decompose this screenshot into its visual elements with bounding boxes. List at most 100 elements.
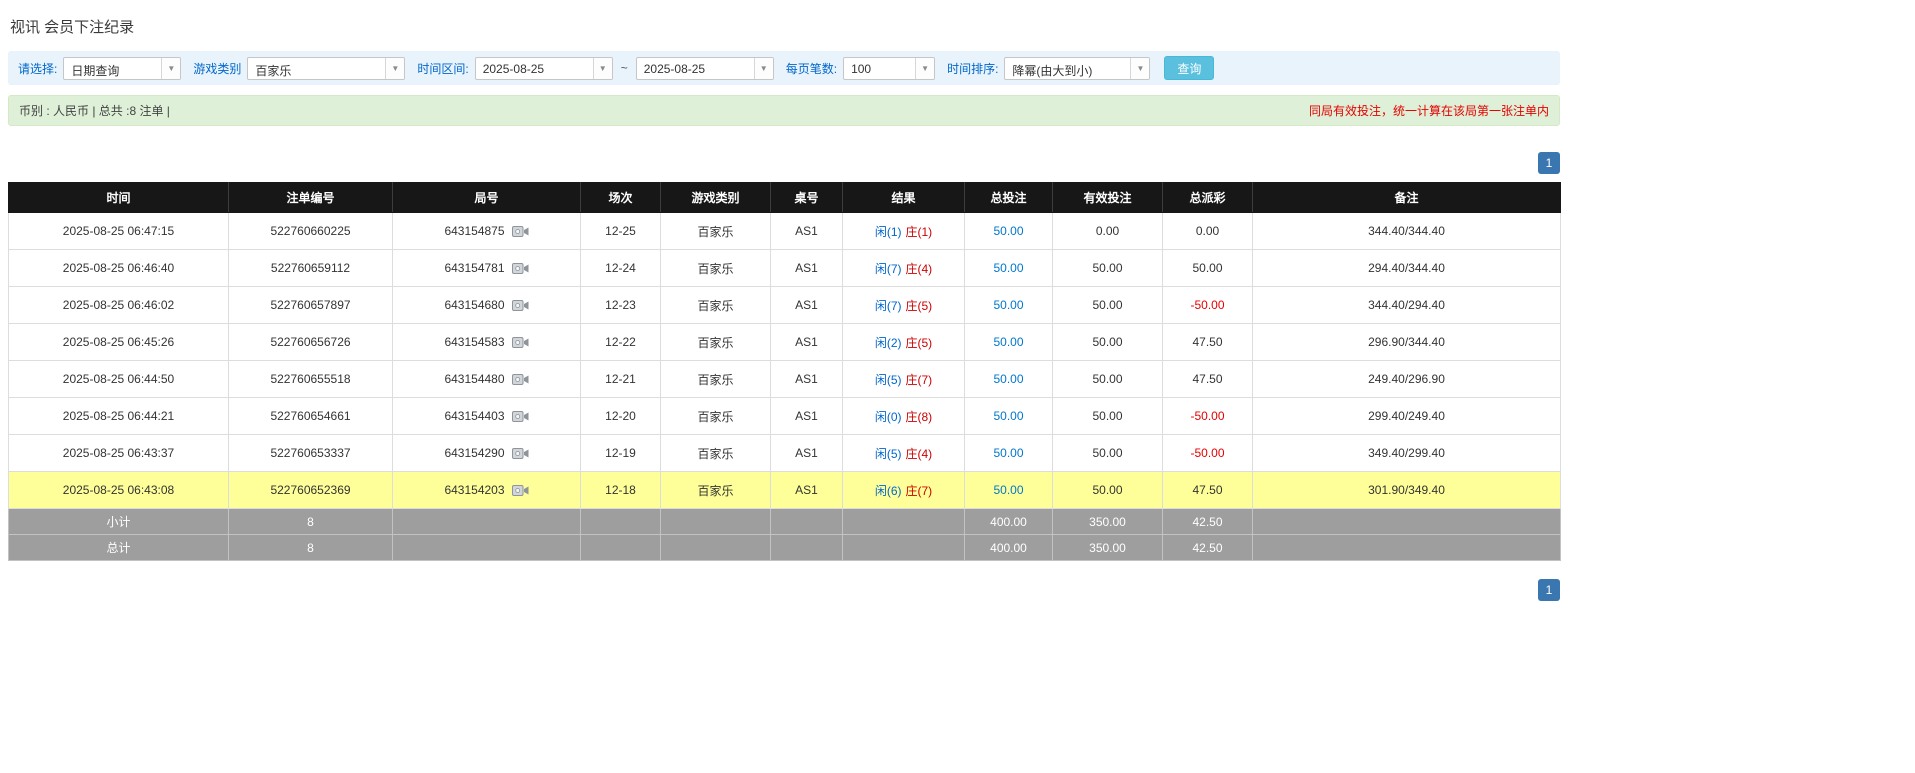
video-replay-icon[interactable] <box>512 373 529 386</box>
valid-bet-cell: 50.00 <box>1053 435 1163 472</box>
bet-id-cell: 522760654661 <box>229 398 393 435</box>
table-no-cell: AS1 <box>771 287 843 324</box>
round-number: 643154203 <box>444 483 504 497</box>
round-cell: 643154290 <box>393 435 581 472</box>
chevron-down-icon[interactable]: ▼ <box>161 58 180 79</box>
valid-bet-cell: 50.00 <box>1053 324 1163 361</box>
payout-cell: 47.50 <box>1163 324 1253 361</box>
table-header-row: 时间 注单编号 局号 场次 游戏类别 桌号 结果 总投注 有效投注 总派彩 备注 <box>9 183 1561 213</box>
result-cell: 闲(0)庄(8) <box>843 398 965 435</box>
total-bet-link[interactable]: 50.00 <box>993 409 1023 423</box>
session-cell: 12-23 <box>581 287 661 324</box>
chevron-down-icon[interactable]: ▼ <box>754 58 773 79</box>
search-button[interactable]: 查询 <box>1164 56 1214 80</box>
col-header-game-type: 游戏类别 <box>661 183 771 213</box>
range-separator: ~ <box>621 61 628 75</box>
note-cell: 249.40/296.90 <box>1253 361 1561 398</box>
total-count: 8 <box>229 535 393 561</box>
video-replay-icon[interactable] <box>512 447 529 460</box>
chevron-down-icon[interactable]: ▼ <box>385 58 404 79</box>
result-player: 闲(2) <box>875 336 902 350</box>
col-header-time: 时间 <box>9 183 229 213</box>
game-type-cell: 百家乐 <box>661 398 771 435</box>
video-replay-icon[interactable] <box>512 484 529 497</box>
video-replay-icon[interactable] <box>512 225 529 238</box>
subtotal-payout: 42.50 <box>1163 509 1253 535</box>
total-bet-link[interactable]: 50.00 <box>993 483 1023 497</box>
time-cell: 2025-08-25 06:47:15 <box>9 213 229 250</box>
page-1-button[interactable]: 1 <box>1538 579 1560 601</box>
result-cell: 闲(2) 庄(5) <box>843 324 965 361</box>
payout-cell: 0.00 <box>1163 213 1253 250</box>
bet-id-cell: 522760655518 <box>229 361 393 398</box>
total-bet-cell: 50.00 <box>965 435 1053 472</box>
table-no-cell: AS1 <box>771 324 843 361</box>
time-cell: 2025-08-25 06:45:26 <box>9 324 229 361</box>
chevron-down-icon[interactable]: ▼ <box>915 58 934 79</box>
session-cell: 12-24 <box>581 250 661 287</box>
subtotal-valid-bet: 350.00 <box>1053 509 1163 535</box>
result-banker: 庄(4) <box>906 262 933 276</box>
game-type-select[interactable]: 百家乐 ▼ <box>247 57 405 80</box>
game-type-cell: 百家乐 <box>661 250 771 287</box>
total-bet-link[interactable]: 50.00 <box>993 335 1023 349</box>
page-size-value: 100 <box>844 58 915 79</box>
date-to-select[interactable]: 2025-08-25 ▼ <box>636 57 774 80</box>
total-bet-link[interactable]: 50.00 <box>993 446 1023 460</box>
col-header-result: 结果 <box>843 183 965 213</box>
note-cell: 301.90/349.40 <box>1253 472 1561 509</box>
query-type-select[interactable]: 日期查询 ▼ <box>63 57 181 80</box>
col-header-table-no: 桌号 <box>771 183 843 213</box>
note-cell: 299.40/249.40 <box>1253 398 1561 435</box>
session-cell: 12-20 <box>581 398 661 435</box>
table-no-cell: AS1 <box>771 435 843 472</box>
video-replay-icon[interactable] <box>512 262 529 275</box>
total-row: 总计 8 400.00 350.00 42.50 <box>9 535 1561 561</box>
col-header-valid-bet: 有效投注 <box>1053 183 1163 213</box>
time-cell: 2025-08-25 06:46:40 <box>9 250 229 287</box>
video-replay-icon[interactable] <box>512 336 529 349</box>
total-bet-cell: 50.00 <box>965 398 1053 435</box>
sort-order-select[interactable]: 降幂(由大到小) ▼ <box>1004 57 1150 80</box>
game-type-cell: 百家乐 <box>661 472 771 509</box>
total-bet-link[interactable]: 50.00 <box>993 261 1023 275</box>
time-cell: 2025-08-25 06:43:37 <box>9 435 229 472</box>
total-bet-link[interactable]: 50.00 <box>993 298 1023 312</box>
payout-cell: -50.00 <box>1163 287 1253 324</box>
chevron-down-icon[interactable]: ▼ <box>1130 58 1149 79</box>
result-banker: 庄(5) <box>906 336 933 350</box>
total-bet-cell: 50.00 <box>965 361 1053 398</box>
table-row: 2025-08-25 06:43:08522760652369643154203… <box>9 472 1561 509</box>
sort-order-value: 降幂(由大到小) <box>1005 58 1130 79</box>
total-bet-link[interactable]: 50.00 <box>993 224 1023 238</box>
table-no-cell: AS1 <box>771 250 843 287</box>
table-no-cell: AS1 <box>771 472 843 509</box>
table-no-cell: AS1 <box>771 361 843 398</box>
currency-summary-text: 币别 : 人民币 | 总共 :8 注单 | <box>19 102 170 119</box>
page-size-select[interactable]: 100 ▼ <box>843 57 935 80</box>
round-number: 643154680 <box>444 298 504 312</box>
sort-order-label: 时间排序: <box>947 60 998 77</box>
result-cell: 闲(7) 庄(4) <box>843 250 965 287</box>
round-cell: 643154403 <box>393 398 581 435</box>
valid-bet-notice-text: 同局有效投注，统一计算在该局第一张注单内 <box>1309 102 1549 119</box>
date-from-select[interactable]: 2025-08-25 ▼ <box>475 57 613 80</box>
note-cell: 296.90/344.40 <box>1253 324 1561 361</box>
video-replay-icon[interactable] <box>512 410 529 423</box>
chevron-down-icon[interactable]: ▼ <box>593 58 612 79</box>
note-cell: 344.40/344.40 <box>1253 213 1561 250</box>
col-header-round: 局号 <box>393 183 581 213</box>
pagination-bottom: 1 <box>8 579 1560 641</box>
page-1-button[interactable]: 1 <box>1538 152 1560 174</box>
total-bet-cell: 50.00 <box>965 250 1053 287</box>
result-player: 闲(7) <box>875 262 902 276</box>
result-player: 闲(1) <box>875 225 902 239</box>
payout-cell: 47.50 <box>1163 472 1253 509</box>
video-replay-icon[interactable] <box>512 299 529 312</box>
round-cell: 643154875 <box>393 213 581 250</box>
note-cell: 344.40/294.40 <box>1253 287 1561 324</box>
total-bet-link[interactable]: 50.00 <box>993 372 1023 386</box>
date-from-value: 2025-08-25 <box>476 58 593 79</box>
round-number: 643154781 <box>444 261 504 275</box>
payout-cell: 50.00 <box>1163 250 1253 287</box>
